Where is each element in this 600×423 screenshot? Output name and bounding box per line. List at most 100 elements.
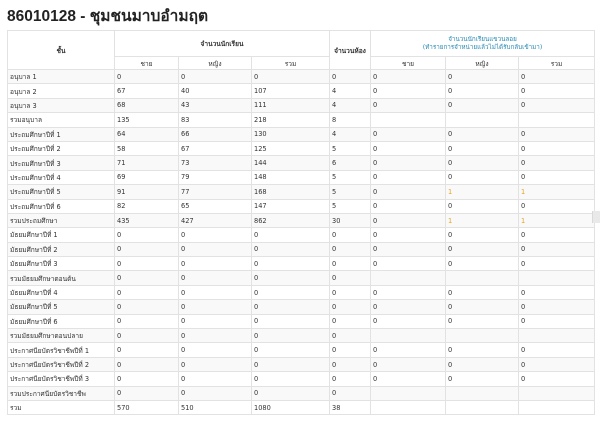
cell-drop-total: 0 <box>517 140 596 157</box>
cell-drop-female: 0 <box>445 126 519 142</box>
cell-drop-male: 0 <box>370 241 446 258</box>
cell-drop-total: 0 <box>517 342 596 358</box>
cell-drop-female <box>445 399 519 416</box>
cell-rooms: 38 <box>329 399 371 416</box>
cell-female: 0 <box>178 227 252 243</box>
cell-female: 0 <box>178 270 252 286</box>
table-row: มัธยมศึกษาปีที่ 30000000 <box>7 256 596 272</box>
cell-female: 0 <box>178 356 252 373</box>
cell-male: 135 <box>114 112 179 128</box>
cell-total: 148 <box>251 169 330 186</box>
cell-total: 0 <box>251 342 330 358</box>
cell-male: 0 <box>114 356 179 373</box>
cell-rooms: 0 <box>329 385 371 401</box>
cell-female: 67 <box>178 140 252 157</box>
cell-male: 71 <box>114 155 179 171</box>
cell-total: 218 <box>251 112 330 128</box>
table-row: มัธยมศึกษาปีที่ 60000000 <box>7 313 596 330</box>
cell-rooms: 0 <box>329 299 371 315</box>
cell-female: 73 <box>178 155 252 171</box>
cell-male: 0 <box>114 68 179 85</box>
cell-drop-female: 0 <box>445 83 519 99</box>
cell-drop-male: 0 <box>370 313 446 330</box>
cell-drop-male: 0 <box>370 356 446 373</box>
cell-total: 1080 <box>251 399 330 416</box>
cell-rooms: 0 <box>329 256 371 272</box>
cell-drop-female: 0 <box>445 241 519 258</box>
header-female: หญิง <box>178 56 252 70</box>
cell-female: 0 <box>178 342 252 358</box>
cell-rooms: 0 <box>329 241 371 258</box>
cell-drop-total: 0 <box>517 68 596 85</box>
cell-drop-total: 0 <box>517 83 596 99</box>
cell-level: รวมประถมศึกษา <box>7 212 115 229</box>
cell-drop-female: 1 <box>445 212 519 229</box>
cell-total: 130 <box>251 126 330 142</box>
cell-male: 68 <box>114 97 179 114</box>
cell-rooms: 30 <box>329 212 371 229</box>
cell-rooms: 5 <box>329 140 371 157</box>
cell-level: รวมอนุบาล <box>7 112 115 128</box>
table-row: ประกาศนียบัตรวิชาชีพปีที่ 20000000 <box>7 356 596 373</box>
cell-female: 0 <box>178 284 252 301</box>
cell-level: รวม <box>7 399 115 416</box>
cell-drop-male: 0 <box>370 126 446 142</box>
cell-drop-total: 0 <box>517 356 596 373</box>
cell-rooms: 0 <box>329 371 371 387</box>
cell-male: 0 <box>114 313 179 330</box>
cell-level: ประกาศนียบัตรวิชาชีพปีที่ 2 <box>7 356 115 373</box>
cell-total: 147 <box>251 198 330 214</box>
cell-drop-male: 0 <box>370 184 446 200</box>
cell-level: มัธยมศึกษาปีที่ 3 <box>7 256 115 272</box>
cell-level: มัธยมศึกษาปีที่ 1 <box>7 227 115 243</box>
header-dropouts-link[interactable]: จำนวนนักเรียนแขวนลอย (ทำรายการจำหน่ายแล้… <box>369 30 596 57</box>
cell-drop-total <box>517 270 596 286</box>
cell-drop-female: 0 <box>445 140 519 157</box>
header-drop-male: ชาย <box>370 56 446 70</box>
cell-drop-total: 0 <box>517 227 596 243</box>
cell-male: 0 <box>114 371 179 387</box>
cell-level: ประถมศึกษาปีที่ 1 <box>7 126 115 142</box>
cell-rooms: 5 <box>329 169 371 186</box>
cell-male: 91 <box>114 184 179 200</box>
cell-level: รวมประกาศนียบัตรวิชาชีพ <box>7 385 115 401</box>
cell-drop-male: 0 <box>370 155 446 171</box>
cell-female: 0 <box>178 313 252 330</box>
cell-total: 0 <box>251 270 330 286</box>
cell-female: 40 <box>178 83 252 99</box>
cell-male: 435 <box>114 212 179 229</box>
cell-male: 0 <box>114 256 179 272</box>
table-row: รวมมัธยมศึกษาตอนปลาย 0 0 0 0 <box>7 328 596 344</box>
scrollbar-handle[interactable] <box>592 211 600 223</box>
cell-drop-female <box>445 385 519 401</box>
cell-total: 0 <box>251 328 330 344</box>
cell-drop-female: 0 <box>445 68 519 85</box>
header-dropouts-line1: จำนวนนักเรียนแขวนลอย <box>448 35 517 43</box>
cell-rooms: 0 <box>329 328 371 344</box>
cell-drop-female: 0 <box>445 371 519 387</box>
cell-total: 125 <box>251 140 330 157</box>
table-body: อนุบาล 1 0 0 0 0 0 0 0 อนุบาล 2 67 40 107 4 0 0 0 อนุบาล… <box>7 68 596 416</box>
cell-drop-male: 0 <box>370 256 446 272</box>
cell-total: 0 <box>251 299 330 315</box>
cell-male: 0 <box>114 270 179 286</box>
cell-total: 0 <box>251 313 330 330</box>
header-total: รวม <box>251 56 330 70</box>
cell-drop-total <box>517 399 596 416</box>
cell-drop-total: 1 <box>517 212 596 229</box>
cell-level: มัธยมศึกษาปีที่ 6 <box>7 313 115 330</box>
cell-total: 107 <box>251 83 330 99</box>
table-row: รวมประถมศึกษา 435 427 862 30 0 1 1 <box>7 212 596 229</box>
cell-level: ประถมศึกษาปีที่ 3 <box>7 155 115 171</box>
cell-rooms: 8 <box>329 112 371 128</box>
cell-total: 862 <box>251 212 330 229</box>
cell-drop-male: 0 <box>370 140 446 157</box>
table-row: รวมมัธยมศึกษาตอนต้น 0 0 0 0 <box>7 270 596 286</box>
table-row: อนุบาล 3 68 43 111 4 0 0 0 <box>7 97 596 114</box>
table-row: อนุบาล 2 67 40 107 4 0 0 0 <box>7 83 596 99</box>
cell-drop-female: 0 <box>445 97 519 114</box>
cell-drop-female <box>445 112 519 128</box>
cell-drop-male: 0 <box>370 371 446 387</box>
cell-drop-female: 0 <box>445 356 519 373</box>
cell-total: 144 <box>251 155 330 171</box>
